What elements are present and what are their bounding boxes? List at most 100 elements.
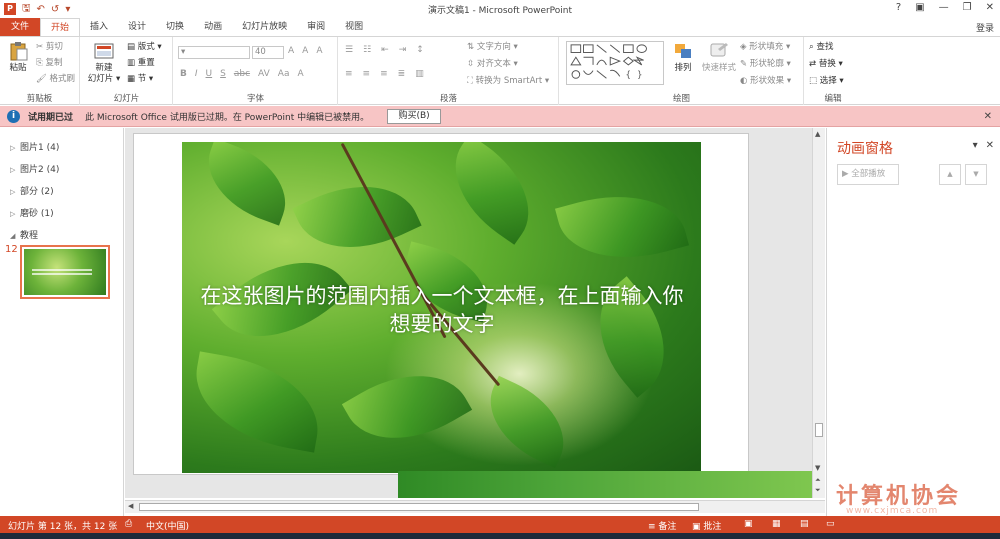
- buy-button[interactable]: 购买(B): [387, 108, 442, 124]
- align-buttons: ≡ ≡ ≡ ≣ ▥: [345, 69, 424, 79]
- tab-review[interactable]: 审阅: [297, 18, 335, 36]
- undo-icon[interactable]: ↶: [37, 4, 45, 15]
- decrease-indent-icon[interactable]: ⇤: [381, 45, 389, 55]
- slide-sorter-icon[interactable]: ▦: [772, 519, 781, 529]
- tab-design[interactable]: 设计: [118, 18, 156, 36]
- previous-slide-icon[interactable]: ⏶: [815, 476, 821, 485]
- new-slide-button[interactable]: 新建 幻灯片 ▾: [87, 41, 121, 85]
- help-button[interactable]: ?: [896, 2, 901, 13]
- tab-view[interactable]: 视图: [335, 18, 373, 36]
- slide-thumbnail[interactable]: [20, 245, 110, 299]
- layout-button[interactable]: ▤ 版式 ▾: [127, 42, 162, 53]
- align-center-icon[interactable]: ≡: [363, 69, 371, 79]
- shape-effects-button[interactable]: ◐ 形状效果 ▾: [740, 76, 791, 87]
- tab-insert[interactable]: 插入: [80, 18, 118, 36]
- text-direction-button[interactable]: ⇅ 文字方向 ▾: [467, 42, 518, 53]
- normal-view-icon[interactable]: ▣: [744, 519, 753, 529]
- copy-button[interactable]: ⎘ 复制: [36, 58, 63, 69]
- pane-options-icon[interactable]: ▾: [973, 140, 978, 151]
- slideshow-view-icon[interactable]: ▭: [826, 519, 835, 529]
- font-size-combo[interactable]: 40: [252, 46, 284, 59]
- language-status[interactable]: 中文(中国): [146, 519, 189, 532]
- reading-view-icon[interactable]: ▤: [800, 519, 809, 529]
- tab-transitions[interactable]: 切换: [156, 18, 194, 36]
- align-text-button[interactable]: ⇳ 对齐文本 ▾: [467, 59, 518, 70]
- arrange-button[interactable]: 排列: [668, 41, 698, 74]
- pane-close-icon[interactable]: ✕: [986, 140, 994, 151]
- tab-slideshow[interactable]: 幻灯片放映: [232, 18, 297, 36]
- tab-home[interactable]: 开始: [40, 18, 81, 36]
- strikethrough-button[interactable]: abc: [234, 69, 250, 79]
- find-label: 查找: [816, 42, 834, 52]
- columns-icon[interactable]: ▥: [415, 69, 424, 79]
- underline-button[interactable]: U: [206, 69, 213, 79]
- notes-button[interactable]: ≡ 备注: [648, 519, 676, 532]
- horizontal-scrollbar[interactable]: ◀: [125, 500, 825, 513]
- close-button[interactable]: ✕: [986, 2, 994, 13]
- cut-button[interactable]: ✂ 剪切: [36, 42, 63, 53]
- redo-icon[interactable]: ↺: [51, 4, 59, 15]
- increase-indent-icon[interactable]: ⇥: [399, 45, 407, 55]
- slide-text[interactable]: 在这张图片的范围内插入一个文本框，在上面输入你想要的文字: [192, 282, 692, 338]
- section-item[interactable]: ◢ 教程: [10, 228, 38, 241]
- align-left-icon[interactable]: ≡: [345, 69, 353, 79]
- section-item[interactable]: ▷ 磨砂 (1): [10, 206, 54, 219]
- save-icon[interactable]: 🖫: [22, 1, 31, 18]
- scroll-down-icon[interactable]: ▼: [815, 464, 820, 472]
- select-button[interactable]: ⬚ 选择 ▾: [809, 76, 844, 87]
- section-item[interactable]: ▷ 部分 (2): [10, 184, 54, 197]
- leaves-photo[interactable]: 在这张图片的范围内插入一个文本框，在上面输入你想要的文字: [182, 142, 701, 473]
- tab-animations[interactable]: 动画: [194, 18, 232, 36]
- shape-fill-button[interactable]: ◈ 形状填充 ▾: [740, 42, 790, 53]
- shadow-button[interactable]: S: [220, 69, 226, 79]
- shrink-font-button[interactable]: A: [302, 46, 308, 56]
- replace-button[interactable]: ⇄ 替换 ▾: [809, 59, 843, 70]
- section-button[interactable]: ▦ 节 ▾: [127, 74, 153, 85]
- scroll-up-icon[interactable]: ▲: [815, 130, 820, 138]
- shapes-gallery[interactable]: { }: [566, 41, 664, 85]
- bullets-icon[interactable]: ☰: [345, 45, 353, 55]
- section-item[interactable]: ▷ 图片2 (4): [10, 162, 59, 175]
- move-up-button[interactable]: ▲: [939, 164, 961, 185]
- tab-file[interactable]: 文件: [0, 18, 40, 36]
- slide-outline-pane: ▷ 图片1 (4) ▷ 图片2 (4) ▷ 部分 (2) ▷ 磨砂 (1) ◢ 教程 12: [0, 128, 124, 516]
- line-spacing-icon[interactable]: ↕: [416, 45, 424, 55]
- next-slide-icon[interactable]: ⏷: [815, 486, 821, 495]
- format-painter-button[interactable]: 🖌 格式刷: [36, 74, 75, 85]
- ribbon-display-button[interactable]: ▣: [915, 2, 924, 13]
- font-color-button[interactable]: A: [297, 69, 303, 79]
- grow-font-button[interactable]: A: [288, 46, 294, 56]
- vertical-scroll-thumb[interactable]: [815, 423, 823, 437]
- horizontal-scroll-thumb[interactable]: [139, 503, 699, 511]
- numbering-icon[interactable]: ☷: [363, 45, 371, 55]
- change-case-button[interactable]: Aa: [278, 69, 290, 79]
- vertical-scrollbar[interactable]: ▲ ▼ ⏶ ⏷: [812, 128, 825, 498]
- align-right-icon[interactable]: ≡: [380, 69, 388, 79]
- play-all-button[interactable]: ▶ 全部播放: [837, 164, 899, 185]
- paste-button[interactable]: 粘贴: [4, 41, 32, 74]
- comments-button[interactable]: ▣ 批注: [692, 519, 721, 532]
- move-down-button[interactable]: ▼: [965, 164, 987, 185]
- shape-outline-button[interactable]: ✎ 形状轮廓 ▾: [740, 59, 791, 70]
- reset-button[interactable]: ▥ 重置: [127, 58, 155, 69]
- minimize-button[interactable]: —: [939, 2, 949, 13]
- spelling-icon[interactable]: ⎙: [125, 519, 132, 529]
- sign-in-link[interactable]: 登录: [976, 21, 994, 34]
- italic-button[interactable]: I: [195, 69, 198, 79]
- section-item[interactable]: ▷ 图片1 (4): [10, 140, 59, 153]
- message-close-icon[interactable]: ✕: [984, 111, 992, 122]
- quick-styles-button[interactable]: 快速样式: [700, 41, 738, 74]
- svg-text:{: {: [626, 70, 631, 80]
- scroll-left-icon[interactable]: ◀: [128, 502, 133, 510]
- justify-icon[interactable]: ≣: [398, 69, 406, 79]
- bold-button[interactable]: B: [180, 69, 187, 79]
- slide-canvas[interactable]: 在这张图片的范围内插入一个文本框，在上面输入你想要的文字: [133, 133, 749, 475]
- clear-format-button[interactable]: A: [316, 46, 322, 56]
- char-spacing-button[interactable]: AV: [258, 69, 270, 79]
- powerpoint-app-icon[interactable]: P: [4, 3, 16, 15]
- convert-smartart-button[interactable]: ⛶ 转换为 SmartArt ▾: [467, 76, 549, 87]
- customize-qat-icon[interactable]: ▾: [65, 4, 70, 15]
- find-button[interactable]: ⌕ 查找: [809, 42, 833, 53]
- restore-button[interactable]: ❐: [963, 2, 972, 13]
- font-name-combo[interactable]: ▾: [178, 46, 250, 59]
